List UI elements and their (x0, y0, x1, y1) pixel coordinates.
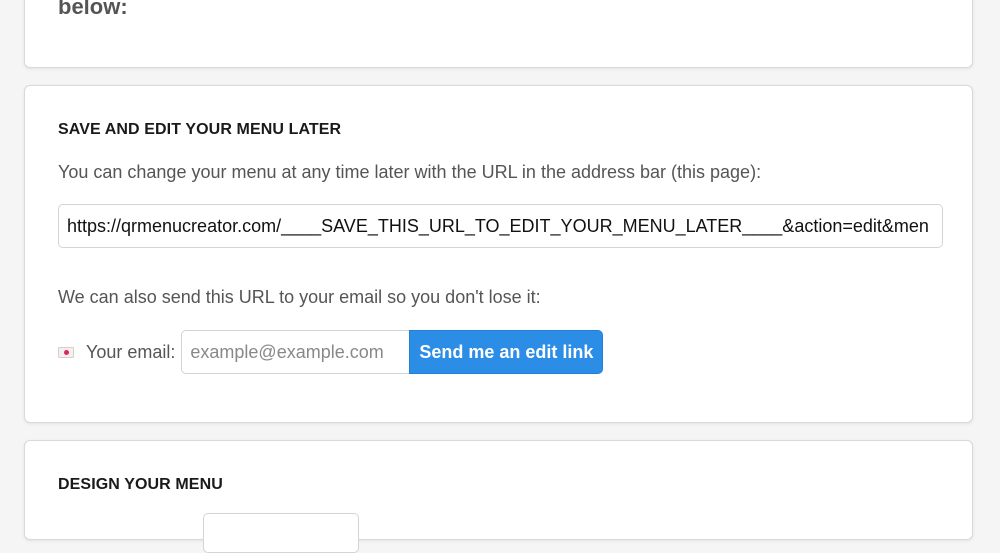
email-input[interactable] (181, 330, 410, 374)
email-form: Your email: Send me an edit link (58, 329, 604, 375)
intro-card: below: (24, 0, 973, 68)
save-section-heading: SAVE AND EDIT YOUR MENU LATER (58, 121, 342, 138)
send-edit-link-button[interactable]: Send me an edit link (409, 330, 604, 374)
design-input-field[interactable] (203, 513, 359, 553)
design-menu-card: DESIGN YOUR MENU (24, 440, 973, 553)
save-url-description: You can change your menu at any time lat… (58, 162, 762, 182)
love-letter-icon (58, 346, 74, 358)
email-label: Your email: (86, 341, 176, 362)
intro-text: below: (58, 0, 128, 19)
save-edit-card: SAVE AND EDIT YOUR MENU LATER You can ch… (24, 85, 973, 423)
design-section-heading: DESIGN YOUR MENU (58, 476, 223, 493)
email-description: We can also send this URL to your email … (58, 287, 541, 307)
edit-url-field[interactable] (58, 204, 943, 248)
